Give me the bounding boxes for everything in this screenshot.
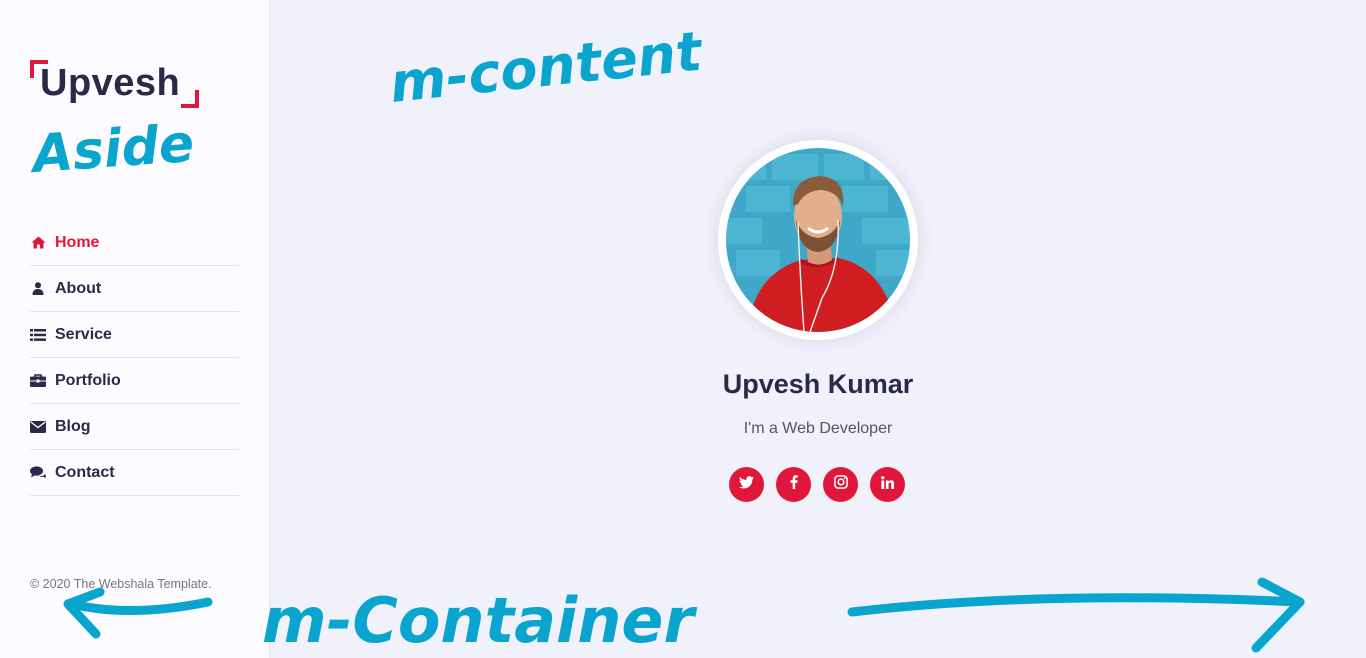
nav-item-service[interactable]: Service bbox=[30, 312, 239, 358]
nav-label-contact: Contact bbox=[55, 463, 115, 481]
logo[interactable]: Upvesh bbox=[30, 60, 200, 110]
copyright-text: © 2020 The Webshala Template. bbox=[30, 577, 212, 591]
twitter-icon bbox=[739, 475, 754, 494]
profile-name: Upvesh Kumar bbox=[722, 369, 914, 399]
avatar bbox=[726, 148, 910, 332]
nav-item-portfolio[interactable]: Portfolio bbox=[30, 358, 239, 404]
nav-item-about[interactable]: About bbox=[30, 266, 239, 312]
nav-item-contact[interactable]: Contact bbox=[30, 450, 239, 496]
briefcase-icon bbox=[30, 374, 46, 388]
envelope-icon bbox=[30, 420, 46, 434]
sidebar-nav: Home About Service Portfolio Blog Contac… bbox=[30, 220, 239, 496]
nav-item-blog[interactable]: Blog bbox=[30, 404, 239, 450]
comments-icon bbox=[30, 466, 46, 480]
twitter-button[interactable] bbox=[729, 467, 764, 502]
instagram-icon bbox=[833, 475, 848, 494]
nav-label-portfolio: Portfolio bbox=[55, 371, 121, 389]
main-content: Upvesh Kumar I'm a Web Developer bbox=[270, 0, 1366, 658]
logo-bracket-bottom-right bbox=[181, 90, 199, 108]
home-icon bbox=[30, 236, 46, 250]
nav-label-blog: Blog bbox=[55, 417, 91, 435]
nav-item-home[interactable]: Home bbox=[30, 220, 239, 266]
page: Upvesh Home About Service Portfolio Blog… bbox=[0, 0, 1366, 658]
linkedin-button[interactable] bbox=[870, 467, 905, 502]
nav-label-about: About bbox=[55, 279, 102, 297]
sidebar: Upvesh Home About Service Portfolio Blog… bbox=[0, 0, 270, 658]
avatar-ring bbox=[718, 140, 918, 340]
list-icon bbox=[30, 328, 46, 342]
facebook-button[interactable] bbox=[776, 467, 811, 502]
nav-label-service: Service bbox=[55, 325, 112, 343]
nav-label-home: Home bbox=[55, 233, 100, 251]
linkedin-icon bbox=[881, 475, 894, 494]
user-icon bbox=[30, 282, 46, 296]
facebook-icon bbox=[790, 475, 798, 494]
instagram-button[interactable] bbox=[823, 467, 858, 502]
profile-role: I'm a Web Developer bbox=[743, 420, 893, 437]
logo-text: Upvesh bbox=[40, 62, 181, 104]
social-links bbox=[729, 467, 909, 503]
